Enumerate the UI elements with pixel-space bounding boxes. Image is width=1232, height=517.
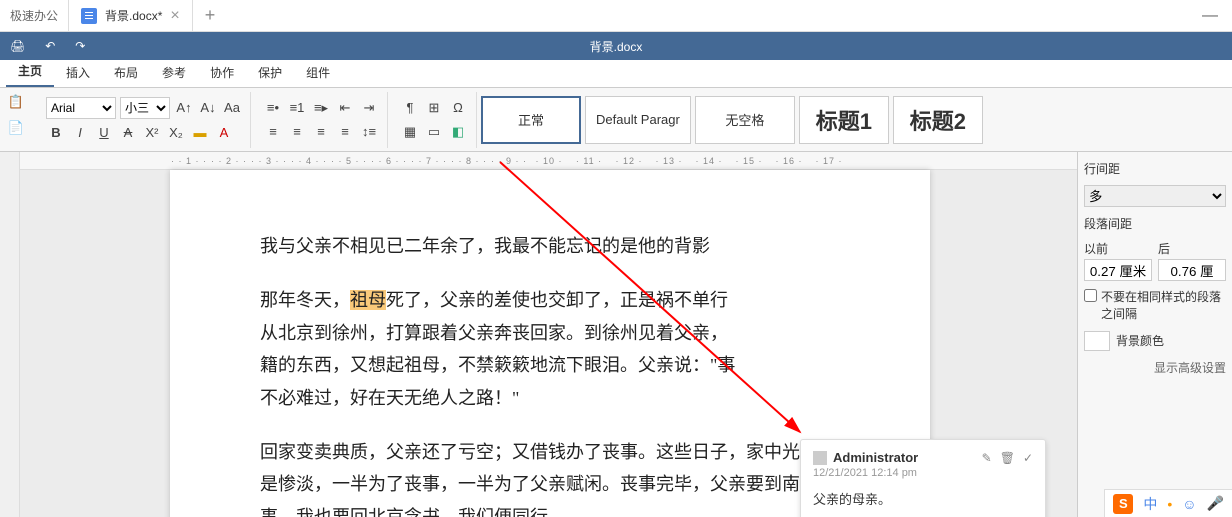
bullets-button[interactable]: ≡• (263, 98, 283, 118)
print-button[interactable]: 🖨 (0, 39, 35, 53)
style-heading1[interactable]: 标题1 (799, 96, 889, 144)
menu-refs[interactable]: 参考 (150, 58, 198, 87)
paragraph-marks-button[interactable]: ¶ (400, 98, 420, 118)
subscript-button[interactable]: X₂ (166, 123, 186, 143)
insert-symbol-button[interactable]: Ω (448, 98, 468, 118)
menu-collab[interactable]: 协作 (198, 58, 246, 87)
paste-button[interactable]: 📄 (6, 118, 26, 138)
increase-indent-button[interactable]: ⇥ (359, 98, 379, 118)
ime-toolbar: S 中 • ☺ 🎤 (1104, 489, 1232, 517)
highlighted-text[interactable]: 祖母 (350, 290, 386, 310)
paragraph-1[interactable]: 我与父亲不相见已二年余了，我最不能忘记的是他的背影 (260, 230, 840, 262)
paragraph-2[interactable]: 那年冬天，祖母死了，父亲的差使也交卸了，正是祸不单行 从北京到徐州，打算跟着父亲… (260, 284, 840, 414)
ime-lang[interactable]: 中 (1143, 494, 1157, 514)
no-same-style-checkbox[interactable] (1084, 289, 1097, 302)
text[interactable]: 不必难过，好在天无绝人之路！" (260, 388, 519, 408)
tab-add-button[interactable]: + (193, 5, 228, 26)
decrease-indent-button[interactable]: ⇤ (335, 98, 355, 118)
tab-inactive[interactable]: 极速办公 (0, 0, 69, 31)
ribbon: 📋 📄 Arial 小三 A↑ A↓ Aa B I U A X² X₂ ▬ A (0, 88, 1232, 152)
window-minimize-button[interactable]: — (1188, 7, 1232, 25)
tab-close-button[interactable]: × (170, 7, 179, 25)
after-label: 后 (1158, 240, 1226, 257)
text[interactable]: 从北京到徐州，打算跟着父亲奔丧回家。到徐州见着父亲， (260, 323, 728, 343)
numbering-button[interactable]: ≡1 (287, 98, 307, 118)
tab-label: 背景.docx* (105, 7, 162, 24)
menu-bar: 主页 插入 布局 参考 协作 保护 组件 (0, 60, 1232, 88)
ime-mic-icon[interactable]: 🎤 (1207, 495, 1224, 512)
decrease-font-button[interactable]: A↓ (198, 98, 218, 118)
line-spacing-button[interactable]: ↕≡ (359, 122, 379, 142)
strike-button[interactable]: A (118, 123, 138, 143)
bg-color-label: 背景颜色 (1116, 332, 1164, 349)
editor-area: · · 1 · ·· · 2 · ·· · 3 · ·· · 4 · ·· · … (20, 152, 1077, 517)
style-heading2[interactable]: 标题2 (893, 96, 983, 144)
menu-home[interactable]: 主页 (6, 56, 54, 87)
checkbox-label: 不要在相同样式的段落之间隔 (1101, 289, 1226, 323)
ime-emoji-icon[interactable]: ☺ (1182, 496, 1196, 512)
comment-body: 父亲的母亲。 (813, 489, 1033, 508)
tab-bar: 极速办公 背景.docx* × + — (0, 0, 1232, 32)
underline-button[interactable]: U (94, 123, 114, 143)
comment-resolve-button[interactable]: ✓ (1023, 451, 1033, 465)
align-right-button[interactable]: ≡ (311, 122, 331, 142)
menu-protect[interactable]: 保护 (246, 58, 294, 87)
text[interactable]: 那年冬天， (260, 290, 350, 310)
paragraph-panel: 行间距 多 段落间距 以前 后 不要在相同样式的段落之间隔 背景颜色 显示高级设… (1077, 152, 1232, 517)
advanced-settings-link[interactable]: 显示高级设置 (1084, 359, 1226, 376)
style-normal[interactable]: 正常 (481, 96, 581, 144)
comment-delete-button[interactable]: 🗑 (1000, 451, 1015, 465)
align-center-button[interactable]: ≡ (287, 122, 307, 142)
tab-active[interactable]: 背景.docx* × (69, 0, 193, 31)
before-label: 以前 (1084, 240, 1152, 257)
menu-layout[interactable]: 布局 (102, 58, 150, 87)
theme-color-button[interactable]: ◧ (448, 122, 468, 142)
bold-button[interactable]: B (46, 123, 66, 143)
comment-timestamp: 12/21/2021 12:14 pm (813, 467, 1033, 479)
document-title: 背景.docx (590, 38, 643, 55)
line-spacing-label: 行间距 (1084, 160, 1226, 177)
sogou-icon[interactable]: S (1113, 494, 1133, 514)
font-name-select[interactable]: Arial (46, 97, 116, 119)
comment-author: Administrator (833, 450, 918, 465)
workspace: · · 1 · ·· · 2 · ·· · 3 · ·· · 4 · ·· · … (0, 152, 1232, 517)
doc-icon (81, 8, 97, 24)
borders-button[interactable]: ▭ (424, 122, 444, 142)
copy-button[interactable]: 📋 (6, 92, 26, 112)
increase-font-button[interactable]: A↑ (174, 98, 194, 118)
paragraph-3[interactable]: 回家变卖典质，父亲还了亏空；又借钱办了丧事。这些日子，家中光景很是惨淡，一半为了… (260, 436, 840, 517)
nonprinting-button[interactable]: ⊞ (424, 98, 444, 118)
spacing-before-input[interactable] (1084, 259, 1152, 281)
superscript-button[interactable]: X² (142, 123, 162, 143)
menu-plugins[interactable]: 组件 (294, 58, 342, 87)
spacing-after-input[interactable] (1158, 259, 1226, 281)
change-case-button[interactable]: Aa (222, 98, 242, 118)
undo-button[interactable]: ↶ (35, 39, 65, 53)
italic-button[interactable]: I (70, 123, 90, 143)
highlight-color-button[interactable]: ▬ (190, 123, 210, 143)
menu-insert[interactable]: 插入 (54, 58, 102, 87)
text[interactable]: 籍的东西，又想起祖母，不禁簌簌地流下眼泪。父亲说："事 (260, 355, 735, 375)
ime-dot-icon[interactable]: • (1167, 496, 1172, 512)
align-left-button[interactable]: ≡ (263, 122, 283, 142)
align-justify-button[interactable]: ≡ (335, 122, 355, 142)
comment-edit-button[interactable]: ✎ (982, 451, 992, 465)
font-size-select[interactable]: 小三 (120, 97, 170, 119)
avatar (813, 451, 827, 465)
multilevel-button[interactable]: ≡▸ (311, 98, 331, 118)
style-default-paragraph[interactable]: Default Paragr (585, 96, 691, 144)
font-color-button[interactable]: A (214, 123, 234, 143)
comment-popup: Administrator ✎ 🗑 ✓ 12/21/2021 12:14 pm … (800, 439, 1046, 517)
redo-button[interactable]: ↷ (65, 39, 95, 53)
bg-color-swatch[interactable] (1084, 331, 1110, 351)
vertical-ruler[interactable] (0, 152, 20, 517)
quick-access-bar: 🖨 ↶ ↷ 背景.docx (0, 32, 1232, 60)
line-spacing-select[interactable]: 多 (1084, 185, 1226, 207)
shading-button[interactable]: ▦ (400, 122, 420, 142)
para-spacing-label: 段落间距 (1084, 215, 1226, 232)
text[interactable]: 死了，父亲的差使也交卸了，正是祸不单行 (386, 290, 728, 310)
style-no-spacing[interactable]: 无空格 (695, 96, 795, 144)
horizontal-ruler[interactable]: · · 1 · ·· · 2 · ·· · 3 · ·· · 4 · ·· · … (20, 152, 1077, 170)
no-same-style-check[interactable]: 不要在相同样式的段落之间隔 (1084, 289, 1226, 323)
